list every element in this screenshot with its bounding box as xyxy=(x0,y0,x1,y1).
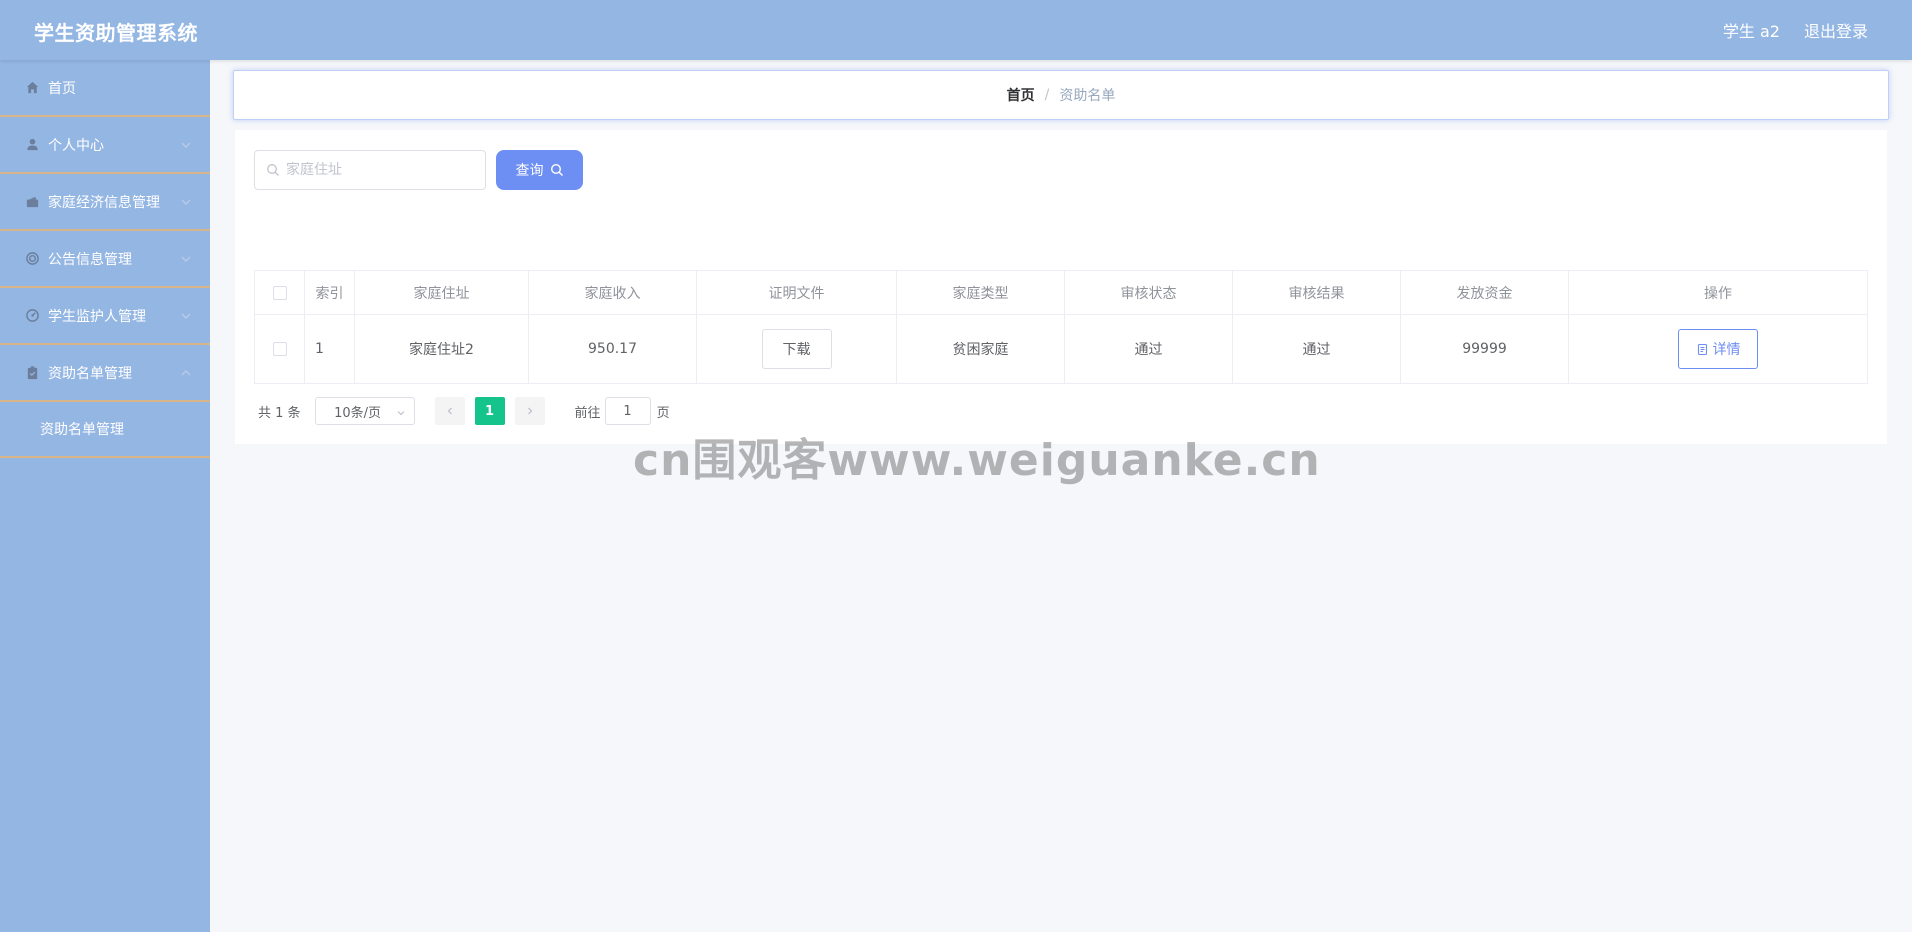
goto-label: 前往 xyxy=(574,405,601,421)
content-panel: 查询 索引 家庭住址 家庭收入 证明文件 家庭类型 审核状态 审核结果 发放资金… xyxy=(235,130,1887,444)
sidebar-item-label: 首页 xyxy=(48,80,76,97)
logout-link[interactable]: 退出登录 xyxy=(1804,18,1868,42)
goto-page-input[interactable] xyxy=(604,397,651,425)
sidebar-subitem-aid-list-management[interactable]: 资助名单管理 xyxy=(0,402,210,458)
sidebar-item-label: 学生监护人管理 xyxy=(48,308,146,325)
wallet-icon xyxy=(24,194,40,210)
page-size-value: 10条/页 xyxy=(334,405,382,421)
pagination: 共 1 条 10条/页 1 前往 页 xyxy=(258,397,670,425)
query-button[interactable]: 查询 xyxy=(496,150,583,190)
next-page-button[interactable] xyxy=(514,397,545,425)
watermark: cn围观客www.weiguanke.cn xyxy=(633,435,1321,486)
sidebar-item-family-economy[interactable]: 家庭经济信息管理 xyxy=(0,174,210,231)
column-header-proof-file: 证明文件 xyxy=(697,271,897,314)
current-user-label: 学生 a2 xyxy=(1722,22,1780,41)
document-icon xyxy=(1697,343,1707,355)
chevron-left-icon xyxy=(447,407,452,415)
detail-button-label: 详情 xyxy=(1712,342,1741,358)
chevron-down-icon xyxy=(396,407,406,417)
chevron-up-icon xyxy=(180,367,192,379)
sidebar-item-label: 个人中心 xyxy=(48,137,104,154)
clipboard-icon xyxy=(24,365,40,381)
breadcrumb-separator: / xyxy=(1044,87,1050,103)
cell-review-result: 通过 xyxy=(1233,315,1401,383)
table-header-row: 索引 家庭住址 家庭收入 证明文件 家庭类型 审核状态 审核结果 发放资金 操作 xyxy=(255,271,1867,315)
pagination-total: 共 1 条 xyxy=(258,405,301,421)
cell-review-status: 通过 xyxy=(1065,315,1233,383)
select-all-cell xyxy=(255,271,305,314)
header-right: 学生 a2 退出登录 xyxy=(1723,18,1868,42)
search-icon xyxy=(550,163,563,176)
page-size-select[interactable]: 10条/页 xyxy=(314,397,415,425)
sidebar-item-label: 资助名单管理 xyxy=(48,365,132,382)
chevron-down-icon xyxy=(180,253,192,265)
sidebar-item-announcement[interactable]: 公告信息管理 xyxy=(0,231,210,288)
chevron-right-icon xyxy=(527,407,532,415)
cell-funds: 99999 xyxy=(1401,315,1569,383)
chevron-down-icon xyxy=(180,310,192,322)
address-search-input[interactable] xyxy=(286,162,476,178)
target-icon xyxy=(24,251,40,267)
page-number-current[interactable]: 1 xyxy=(474,397,505,425)
sidebar-item-label: 家庭经济信息管理 xyxy=(48,194,160,211)
select-all-checkbox[interactable] xyxy=(272,285,287,300)
breadcrumb-current: 资助名单 xyxy=(1059,88,1116,104)
search-icon xyxy=(266,163,280,177)
sidebar-item-label: 公告信息管理 xyxy=(48,251,132,268)
sidebar: 首页 个人中心 家庭经济信息管理 公告信息管理 学生监护人管理 资助名单管理 资… xyxy=(0,60,210,932)
sidebar-item-home[interactable]: 首页 xyxy=(0,60,210,117)
column-header-income: 家庭收入 xyxy=(529,271,697,314)
download-button[interactable]: 下载 xyxy=(761,329,832,369)
column-header-funds: 发放资金 xyxy=(1401,271,1569,314)
column-header-review-result: 审核结果 xyxy=(1233,271,1401,314)
sidebar-item-guardian[interactable]: 学生监护人管理 xyxy=(0,288,210,345)
page-suffix-label: 页 xyxy=(656,405,670,421)
address-search-field[interactable] xyxy=(254,150,486,190)
column-header-index: 索引 xyxy=(305,271,355,314)
prev-page-button[interactable] xyxy=(434,397,465,425)
row-checkbox[interactable] xyxy=(272,342,287,356)
cell-family-type: 贫困家庭 xyxy=(897,315,1065,383)
chevron-down-icon xyxy=(180,196,192,208)
guardian-icon xyxy=(24,308,40,324)
cell-proof-file: 下载 xyxy=(697,315,897,383)
top-header: 学生资助管理系统 学生 a2 退出登录 xyxy=(0,0,1912,60)
sidebar-item-aid-list[interactable]: 资助名单管理 xyxy=(0,345,210,402)
user-icon xyxy=(24,137,40,153)
table-row: 1 家庭住址2 950.17 下载 贫困家庭 通过 通过 99999 详情 xyxy=(255,315,1867,383)
column-header-address: 家庭住址 xyxy=(355,271,529,314)
detail-button[interactable]: 详情 xyxy=(1678,329,1758,369)
sidebar-item-personal-center[interactable]: 个人中心 xyxy=(0,117,210,174)
breadcrumb: 首页 / 资助名单 xyxy=(233,70,1889,120)
column-header-action: 操作 xyxy=(1704,285,1732,302)
chevron-down-icon xyxy=(180,139,192,151)
aid-list-table: 索引 家庭住址 家庭收入 证明文件 家庭类型 审核状态 审核结果 发放资金 操作… xyxy=(254,270,1868,384)
breadcrumb-home[interactable]: 首页 xyxy=(1007,85,1035,105)
home-icon xyxy=(24,80,40,96)
cell-action: 详情 xyxy=(1569,315,1867,383)
column-header-family-type: 家庭类型 xyxy=(897,271,1065,314)
cell-address: 家庭住址2 xyxy=(355,315,529,383)
query-button-label: 查询 xyxy=(515,163,544,179)
app-title: 学生资助管理系统 xyxy=(34,21,198,45)
column-header-review-status: 审核状态 xyxy=(1065,271,1233,314)
cell-income: 950.17 xyxy=(529,315,697,383)
row-select-cell xyxy=(255,315,305,383)
cell-index: 1 xyxy=(305,315,355,383)
